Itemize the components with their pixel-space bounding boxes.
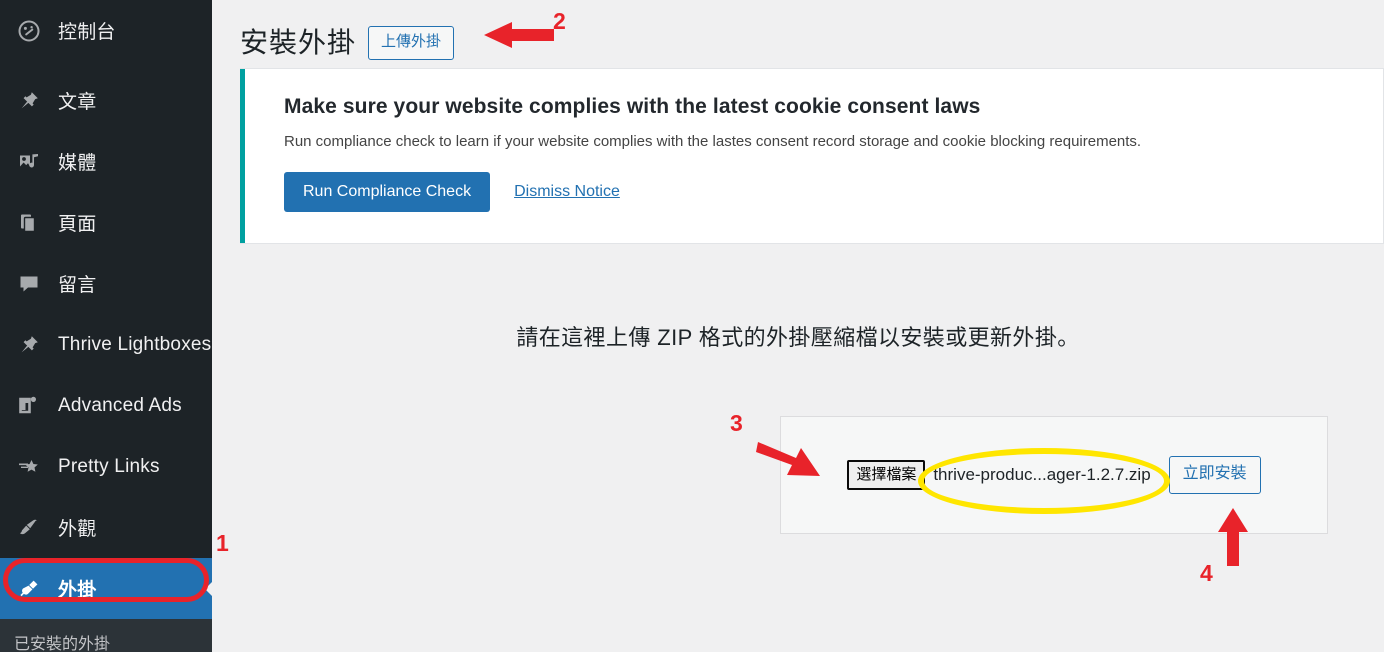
notice-actions: Run Compliance Check Dismiss Notice — [284, 172, 1383, 212]
sidebar-item-label: Pretty Links — [58, 455, 160, 477]
sidebar-item-dashboard[interactable]: 控制台 — [0, 0, 212, 61]
notice-title: Make sure your website complies with the… — [284, 95, 981, 118]
notice-accent-bar — [240, 69, 245, 243]
sidebar-item-label: 頁面 — [58, 214, 97, 235]
notice-description: Run compliance check to learn if your we… — [284, 133, 1142, 150]
page-header: 安裝外掛 上傳外掛 — [212, 0, 1384, 68]
cookie-consent-notice: Make sure your website complies with the… — [240, 68, 1384, 244]
sidebar-item-media[interactable]: 媒體 — [0, 131, 212, 192]
sidebar-item-label: Advanced Ads — [58, 394, 182, 416]
sidebar-divider — [0, 61, 212, 70]
dashboard-icon — [12, 14, 46, 48]
sidebar-item-label: 媒體 — [58, 153, 97, 174]
annotation-highlight-1 — [3, 558, 209, 602]
sidebar-item-posts[interactable]: 文章 — [0, 70, 212, 131]
wordpress-admin-screen: 控制台 文章 媒體 頁面 留言 Thrive Lightboxes Advanc… — [0, 0, 1384, 652]
main-content: 安裝外掛 上傳外掛 Make sure your website complie… — [212, 0, 1384, 652]
admin-sidebar: 控制台 文章 媒體 頁面 留言 Thrive Lightboxes Advanc… — [0, 0, 213, 652]
sidebar-item-label: 外觀 — [58, 519, 97, 540]
sidebar-subitem-installed-plugins[interactable]: 已安裝的外掛 — [0, 623, 212, 652]
pin-icon — [12, 328, 46, 362]
star-icon — [12, 450, 46, 484]
pages-icon — [12, 206, 46, 240]
submenu-item-label: 已安裝的外掛 — [14, 636, 111, 652]
sidebar-item-label: 留言 — [58, 275, 97, 296]
comment-icon — [12, 267, 46, 301]
sidebar-item-appearance[interactable]: 外觀 — [0, 497, 212, 558]
sidebar-item-label: Thrive Lightboxes — [58, 333, 212, 355]
run-compliance-check-button[interactable]: Run Compliance Check — [284, 172, 491, 212]
dismiss-notice-link[interactable]: Dismiss Notice — [514, 183, 620, 201]
brush-icon — [12, 511, 46, 545]
pin-icon — [12, 84, 46, 118]
sidebar-item-label: 文章 — [58, 92, 97, 113]
install-now-button[interactable]: 立即安裝 — [1168, 456, 1261, 494]
choose-file-button[interactable]: 選擇檔案 — [847, 459, 926, 491]
megaphone-icon — [12, 389, 46, 423]
sidebar-item-label: 控制台 — [58, 22, 116, 43]
upload-plugin-button[interactable]: 上傳外掛 — [368, 26, 455, 60]
media-icon — [12, 145, 46, 179]
sidebar-item-advanced-ads[interactable]: Advanced Ads — [0, 375, 212, 436]
sidebar-item-comments[interactable]: 留言 — [0, 253, 212, 314]
plugins-submenu: 已安裝的外掛 安裝外掛 外掛編輯器 — [0, 619, 212, 652]
sidebar-item-thrive-lightboxes[interactable]: Thrive Lightboxes — [0, 314, 212, 375]
upload-instructions: 請在這裡上傳 ZIP 格式的外掛壓縮檔以安裝或更新外掛。 — [516, 325, 1080, 350]
plugin-upload-area: 請在這裡上傳 ZIP 格式的外掛壓縮檔以安裝或更新外掛。 選擇檔案 thrive… — [212, 320, 1384, 534]
sidebar-item-pretty-links[interactable]: Pretty Links — [0, 436, 212, 497]
sidebar-item-pages[interactable]: 頁面 — [0, 192, 212, 253]
annotation-highlight-filename — [918, 448, 1170, 514]
page-title: 安裝外掛 — [240, 26, 357, 58]
